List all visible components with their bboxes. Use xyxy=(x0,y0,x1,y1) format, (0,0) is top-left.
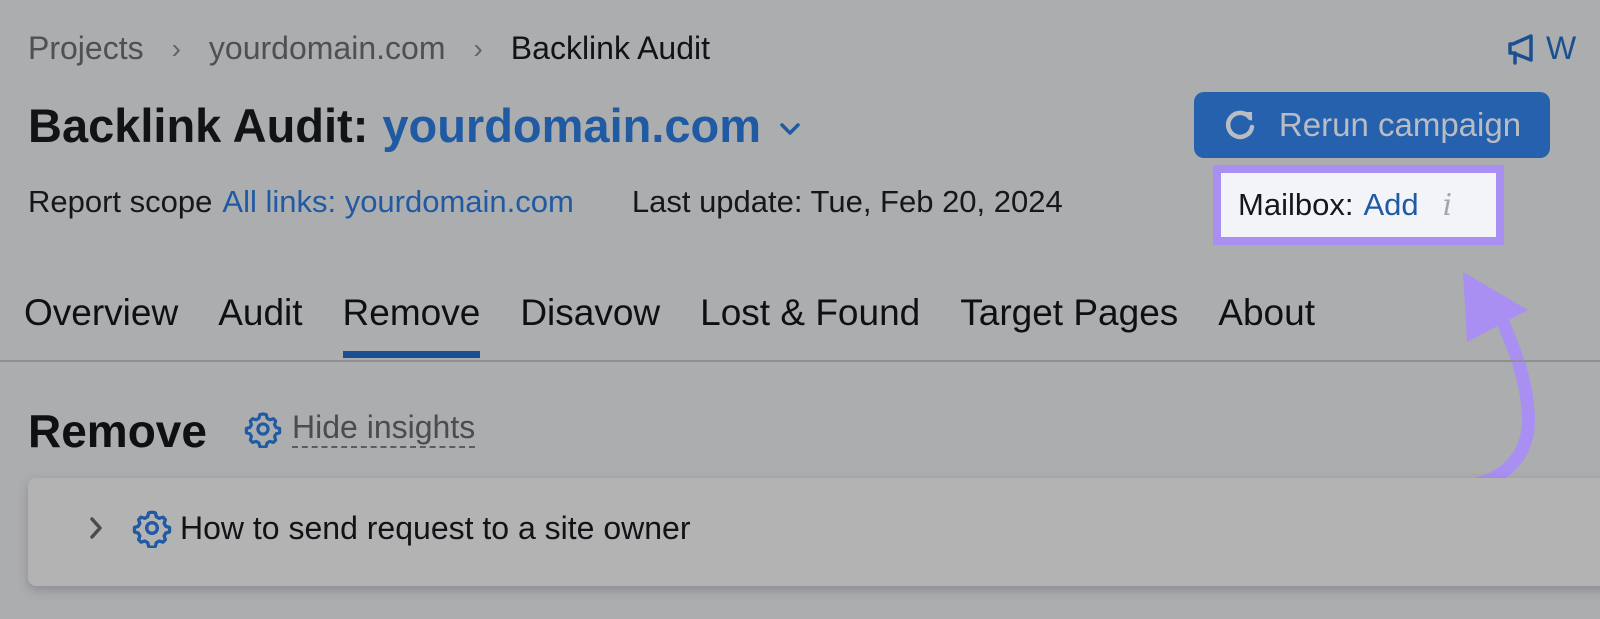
gear-icon xyxy=(244,412,282,448)
report-meta: Report scope All links: yourdomain.com L… xyxy=(28,184,1063,220)
hide-insights-label: Hide insights xyxy=(292,410,476,448)
domain-selector[interactable]: yourdomain.com xyxy=(382,98,761,153)
page-title-prefix: Backlink Audit: xyxy=(28,99,369,152)
report-scope-link[interactable]: All links: yourdomain.com xyxy=(222,184,573,220)
tab-disavow[interactable]: Disavow xyxy=(520,292,660,334)
tab-lost-and-found[interactable]: Lost & Found xyxy=(700,292,920,334)
breadcrumb-current: Backlink Audit xyxy=(510,30,711,66)
breadcrumb: Projects › yourdomain.com › Backlink Aud… xyxy=(28,30,710,67)
mailbox-add-link[interactable]: Add xyxy=(1363,187,1418,223)
insight-card: How to send request to a site owner xyxy=(28,478,1600,586)
feedback-link[interactable]: W xyxy=(1506,30,1576,67)
tab-target-pages[interactable]: Target Pages xyxy=(960,292,1178,334)
breadcrumb-domain[interactable]: yourdomain.com xyxy=(209,30,446,67)
breadcrumb-separator: › xyxy=(171,32,181,64)
tab-audit[interactable]: Audit xyxy=(218,292,302,334)
insight-expand-row[interactable]: How to send request to a site owner xyxy=(88,508,691,548)
mailbox-label: Mailbox: xyxy=(1238,187,1354,222)
gear-icon xyxy=(132,510,172,548)
page-title: Backlink Audit: yourdomain.com xyxy=(28,98,801,153)
rerun-campaign-label: Rerun campaign xyxy=(1278,106,1522,143)
last-update: Last update: Tue, Feb 20, 2024 xyxy=(631,184,1063,219)
tab-overview[interactable]: Overview xyxy=(24,292,178,334)
mailbox-highlight: Mailbox: Add i xyxy=(1213,165,1504,245)
chevron-down-icon[interactable] xyxy=(779,122,801,136)
chevron-right-icon xyxy=(90,517,102,539)
rerun-campaign-button[interactable]: Rerun campaign xyxy=(1194,92,1550,158)
refresh-icon xyxy=(1225,110,1255,140)
breadcrumb-separator: › xyxy=(473,32,483,64)
tab-about[interactable]: About xyxy=(1218,292,1315,334)
tab-bar: Overview Audit Remove Disavow Lost & Fou… xyxy=(24,292,1355,358)
info-icon[interactable]: i xyxy=(1443,188,1453,223)
tab-divider xyxy=(0,360,1600,362)
section-title: Remove xyxy=(28,405,207,457)
breadcrumb-projects[interactable]: Projects xyxy=(28,30,144,67)
annotation-arrow-icon xyxy=(1463,272,1535,493)
feedback-label: W xyxy=(1546,30,1577,66)
report-scope-label: Report scope xyxy=(28,184,213,219)
tab-remove[interactable]: Remove xyxy=(342,292,480,358)
megaphone-icon xyxy=(1508,33,1533,65)
hide-insights-toggle[interactable]: Hide insights xyxy=(244,410,476,448)
insight-label: How to send request to a site owner xyxy=(180,509,691,546)
